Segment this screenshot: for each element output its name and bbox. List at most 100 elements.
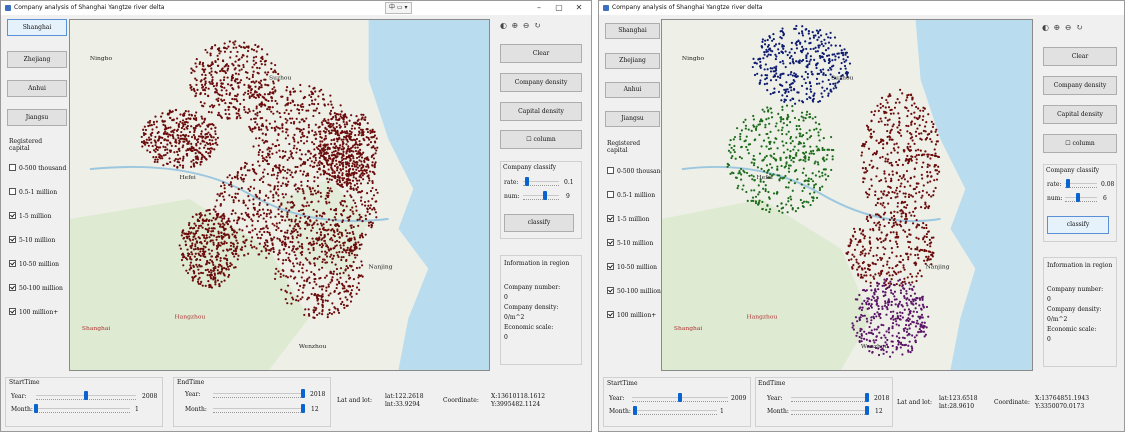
company-dot [195,118,198,122]
company-dot [845,70,848,74]
column-button[interactable]: ☐ column [500,130,582,149]
capital-option-0-500k[interactable]: 0-500 thousand [9,164,66,172]
company-dot [247,252,250,255]
company-dot [233,98,236,101]
company-dot [236,258,239,261]
slider-thumb[interactable] [301,389,305,398]
close-icon[interactable]: ✕ [571,1,587,14]
company-dot [782,62,785,65]
company-dot [304,308,307,311]
company-dot [268,108,271,111]
slider-thumb[interactable] [542,191,547,200]
slider-thumb[interactable] [34,404,38,413]
company-dot [739,178,743,181]
classify-button[interactable]: classify [504,214,574,232]
company-dot [921,321,924,324]
company-dot [315,210,319,213]
company-dot [268,150,271,153]
company-dot [911,314,914,318]
company-dot [190,114,194,117]
company-dot [313,86,316,89]
province-button-jiangsu[interactable]: Jiangsu [7,109,67,126]
capital-option-10-50m[interactable]: 10-50 million [607,263,657,271]
company-dot [884,336,887,339]
company-dot [219,223,222,226]
minimize-icon[interactable]: – [531,1,547,14]
company-dot [896,201,900,205]
capital-option-100m-plus[interactable]: 100 million+ [9,308,58,316]
capital-density-button[interactable]: Capital density [500,102,582,121]
capital-option-0.5-1m[interactable]: 0.5-1 million [9,188,57,196]
slider-thumb[interactable] [524,177,529,186]
capital-option-1-5m[interactable]: 1-5 million [9,212,51,220]
company-dot [855,258,858,261]
start-month-slider[interactable] [34,404,130,413]
company-dot [292,227,295,230]
map-view[interactable]: Shanghai Hefei Nanjing Hangzhou Ningbo W… [661,19,1033,371]
capital-option-1-5m[interactable]: 1-5 million [607,215,649,223]
company-dot [268,233,272,236]
company-dot [324,145,327,148]
company-dot [210,70,213,73]
company-dot [147,121,150,124]
province-button-jiangsu[interactable]: Jiangsu [605,111,660,127]
company-dot [222,249,225,252]
company-dot [792,88,796,91]
province-button-zhejiang[interactable]: Zhejiang [7,51,67,68]
num-slider[interactable] [523,191,559,200]
company-dot [196,280,200,283]
company-dot [187,142,190,145]
company-dot [236,171,239,174]
map-tools[interactable]: ◐ ⊕ ⊖ ↻ [500,21,542,30]
company-dot [331,106,335,109]
company-dot [799,141,802,144]
company-dot [349,173,352,176]
rate-slider[interactable] [523,177,559,186]
province-button-shanghai[interactable]: Shanghai [605,23,660,39]
slider-thumb[interactable] [301,404,305,413]
province-button-anhui[interactable]: Anhui [7,80,67,97]
company-dot [782,118,785,121]
capital-option-5-10m[interactable]: 5-10 million [9,236,55,244]
map-view[interactable]: Shanghai Hefei Nanjing Hangzhou Ningbo W… [69,19,490,371]
end-year-slider[interactable] [213,389,305,398]
company-dot [211,61,214,64]
company-dot [234,80,237,83]
capital-option-0-500k[interactable]: 0-500 thousand [607,167,664,175]
company-dot [225,254,228,257]
clear-button[interactable]: Clear [500,44,582,63]
maximize-icon[interactable]: ▢ [551,1,567,14]
company-dot [922,115,925,118]
end-month-slider[interactable] [213,404,305,413]
company-dot [356,179,359,182]
company-dot [304,221,307,225]
language-bar[interactable]: 中 ▭ ▾ [385,2,412,14]
company-dot [210,73,213,76]
province-button-shanghai[interactable]: Shanghai [7,19,67,36]
capital-option-50-100m[interactable]: 50-100 million [607,287,661,295]
company-dot [220,192,224,195]
company-dot [785,104,789,107]
company-dot [344,249,347,252]
company-dot [834,55,837,58]
company-dot [325,255,329,258]
slider-thumb[interactable] [84,391,88,400]
company-dot [849,238,852,241]
province-button-zhejiang[interactable]: Zhejiang [605,53,660,69]
capital-option-50-100m[interactable]: 50-100 million [9,284,63,292]
capital-option-5-10m[interactable]: 5-10 million [607,239,653,247]
company-dot [877,272,880,275]
start-year-slider[interactable] [36,391,136,400]
company-density-info-value: 0/m^2 [504,314,525,321]
capital-option-10-50m[interactable]: 10-50 million [9,260,59,268]
province-button-anhui[interactable]: Anhui [605,82,660,98]
company-density-button[interactable]: Company density [500,73,582,92]
company-dot [353,184,356,187]
company-dot [236,242,239,245]
company-dot [249,185,252,188]
window-title: Company analysis of Shanghai Yangtze riv… [612,4,763,11]
capital-option-0.5-1m[interactable]: 0.5-1 million [607,191,655,199]
company-dot [197,272,200,275]
capital-option-100m-plus[interactable]: 100 million+ [607,311,656,319]
company-dot [327,228,330,231]
